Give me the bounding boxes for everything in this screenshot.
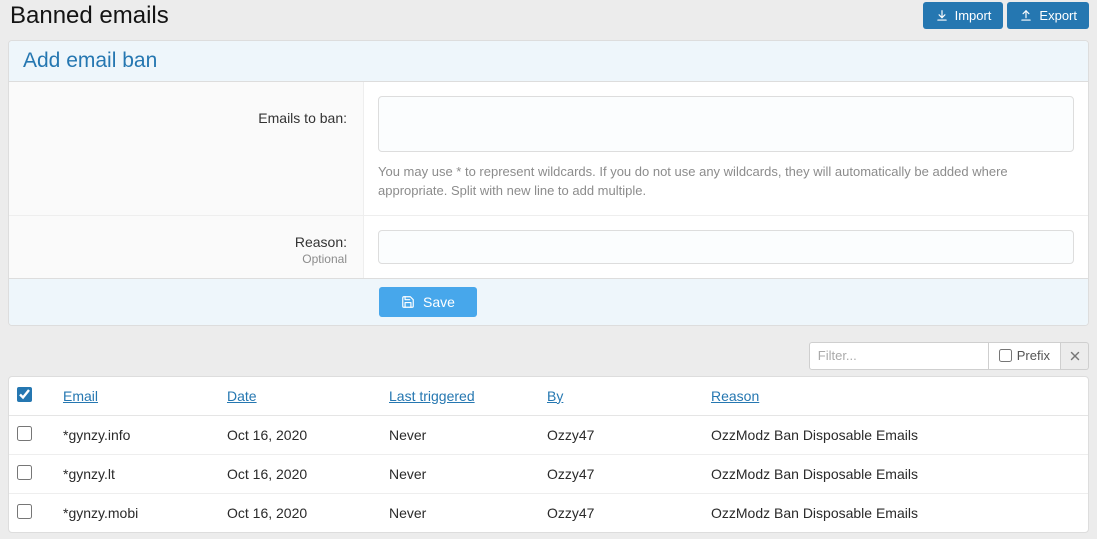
select-all-checkbox[interactable] [17,387,32,402]
cell-date: Oct 16, 2020 [219,493,381,532]
export-button[interactable]: Export [1007,2,1089,29]
cell-date: Oct 16, 2020 [219,415,381,454]
add-ban-card: Add email ban Emails to ban: You may use… [8,40,1089,326]
reason-label: Reason: [295,234,347,250]
emails-help: You may use * to represent wildcards. If… [378,163,1074,201]
col-header-triggered[interactable]: Last triggered [389,388,475,404]
import-icon [935,9,949,23]
table-row: *gynzy.infoOct 16, 2020NeverOzzy47OzzMod… [9,415,1088,454]
cell-reason: OzzModz Ban Disposable Emails [703,493,1088,532]
card-title: Add email ban [9,41,1088,82]
prefix-checkbox[interactable] [999,349,1012,362]
reason-input[interactable] [378,230,1074,264]
import-label: Import [955,8,992,23]
filter-clear-button[interactable] [1061,342,1089,370]
reason-sub: Optional [19,252,347,266]
row-checkbox[interactable] [17,504,32,519]
close-icon [1068,349,1082,363]
filter-input[interactable] [809,342,989,370]
bans-table: Email Date Last triggered By Reason *gyn… [9,377,1088,532]
cell-email: *gynzy.info [55,415,219,454]
col-header-by[interactable]: By [547,388,563,404]
col-header-email[interactable]: Email [63,388,98,404]
col-header-reason[interactable]: Reason [711,388,759,404]
prefix-label: Prefix [1017,348,1050,363]
cell-by: Ozzy47 [539,454,703,493]
cell-date: Oct 16, 2020 [219,454,381,493]
emails-input[interactable] [378,96,1074,152]
table-row: *gynzy.mobiOct 16, 2020NeverOzzy47OzzMod… [9,493,1088,532]
row-checkbox[interactable] [17,465,32,480]
cell-reason: OzzModz Ban Disposable Emails [703,415,1088,454]
export-label: Export [1039,8,1077,23]
save-button[interactable]: Save [379,287,477,317]
col-header-date[interactable]: Date [227,388,257,404]
cell-email: *gynzy.lt [55,454,219,493]
cell-by: Ozzy47 [539,415,703,454]
cell-by: Ozzy47 [539,493,703,532]
page-title: Banned emails [10,0,169,30]
export-icon [1019,9,1033,23]
filter-prefix-toggle[interactable]: Prefix [989,342,1061,370]
save-icon [401,295,415,309]
import-button[interactable]: Import [923,2,1004,29]
bans-table-card: Email Date Last triggered By Reason *gyn… [8,376,1089,533]
cell-email: *gynzy.mobi [55,493,219,532]
cell-triggered: Never [381,454,539,493]
cell-triggered: Never [381,415,539,454]
cell-triggered: Never [381,493,539,532]
table-row: *gynzy.ltOct 16, 2020NeverOzzy47OzzModz … [9,454,1088,493]
save-label: Save [423,294,455,310]
emails-label: Emails to ban: [258,110,347,126]
row-checkbox[interactable] [17,426,32,441]
cell-reason: OzzModz Ban Disposable Emails [703,454,1088,493]
header-actions: Import Export [923,0,1089,29]
